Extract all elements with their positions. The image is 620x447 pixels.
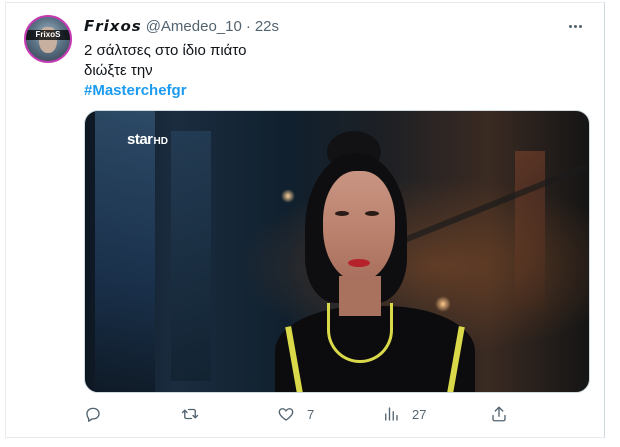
logo-hd-text: HD <box>153 136 168 147</box>
tweet-card[interactable]: FrixoS 𝙁𝙧𝙞𝙭𝙤𝙨 @Amedeo_10 · 22s 2 σάλτσες… <box>5 2 605 438</box>
retweet-icon <box>181 408 199 420</box>
lips <box>348 259 370 267</box>
hashtag-link[interactable]: #Masterchefgr <box>84 82 187 99</box>
tweet-text: 2 σάλτσες στο ίδιο πιάτο διώξτε την #Mas… <box>84 41 246 101</box>
background-glow <box>515 151 545 311</box>
reply-icon <box>86 407 100 422</box>
avatar-label: FrixoS <box>26 30 70 40</box>
separator-dot: · <box>245 18 251 35</box>
like-count: 7 <box>307 406 315 422</box>
background-panel <box>95 111 155 392</box>
tweet-media-image[interactable]: star HD <box>84 110 590 393</box>
background-panel <box>171 131 211 381</box>
share-button[interactable] <box>490 403 508 425</box>
tweet-text-line-1: 2 σάλτσες στο ίδιο πιάτο <box>84 42 247 59</box>
like-button[interactable]: 7 <box>277 403 314 425</box>
tweet-header: 𝙁𝙧𝙞𝙭𝙤𝙨 @Amedeo_10 · 22s <box>84 17 279 37</box>
heart-icon <box>278 408 294 421</box>
views-icon <box>385 407 398 421</box>
reply-button[interactable] <box>84 403 102 425</box>
retweet-button[interactable] <box>181 403 199 425</box>
star-hd-channel-logo: star HD <box>127 131 168 148</box>
views-count: 27 <box>412 406 427 422</box>
logo-star-text: star <box>127 131 153 148</box>
avatar[interactable]: FrixoS <box>24 15 72 63</box>
share-icon <box>492 406 506 422</box>
tweet-actions: 7 27 <box>84 403 524 425</box>
tweet-text-line-2: διώξτε την <box>84 62 153 79</box>
eye <box>365 211 379 216</box>
eye <box>335 211 349 216</box>
more-options-icon[interactable] <box>564 17 586 35</box>
author-handle[interactable]: @Amedeo_10 <box>146 18 242 35</box>
author-display-name[interactable]: 𝙁𝙧𝙞𝙭𝙤𝙨 <box>84 17 142 36</box>
contestant-figure <box>275 131 475 392</box>
tweet-timestamp[interactable]: 22s <box>255 18 279 35</box>
views-button[interactable]: 27 <box>382 403 426 425</box>
